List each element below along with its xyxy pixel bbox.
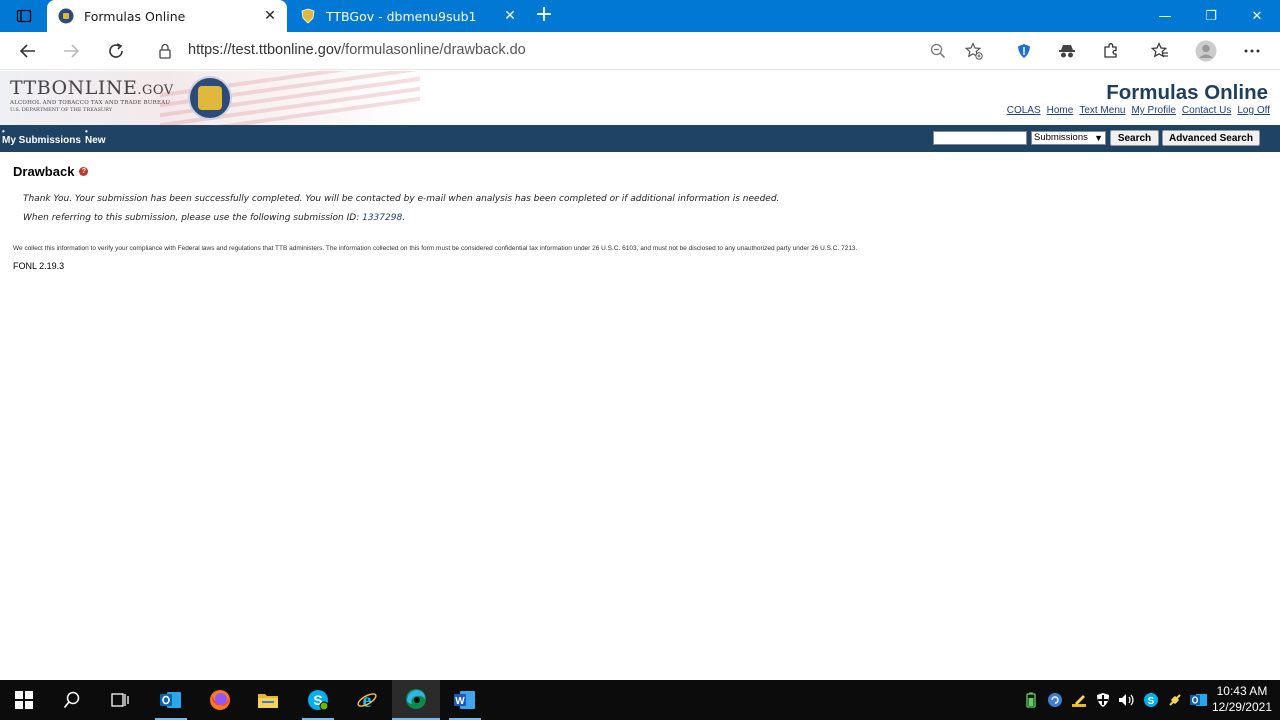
search-input[interactable] [933, 131, 1027, 145]
new-tab-button[interactable]: + [532, 4, 556, 28]
close-window-icon[interactable]: ✕ [1234, 0, 1280, 32]
task-view-icon[interactable] [96, 680, 144, 720]
system-clock[interactable]: 10:43 AM 12/29/2021 [1212, 683, 1272, 715]
tab-actions-icon[interactable] [12, 6, 36, 26]
url-text[interactable]: https://test.ttbonline.gov/formulasonlin… [188, 42, 526, 58]
skype-icon[interactable]: S [294, 680, 342, 720]
lock-icon[interactable] [158, 43, 172, 59]
more-menu-icon[interactable] [1239, 39, 1265, 63]
site-nav-bar: • My Submissions • New Submissions ▼ Search… [0, 125, 1280, 152]
edit-pencil-icon[interactable] [1070, 690, 1088, 710]
nav-my-submissions[interactable]: • My Submissions [2, 128, 81, 147]
link-contact-us[interactable]: Contact Us [1182, 105, 1231, 116]
start-icon[interactable] [0, 680, 48, 720]
browser-toolbar: https://test.ttbonline.gov/formulasonlin… [0, 32, 1280, 70]
word-icon[interactable]: W [441, 680, 489, 720]
tab-title: TTBGov - dbmenu9sub1 [326, 8, 477, 24]
submission-id-message: When referring to this submission, pleas… [23, 213, 406, 223]
battery-icon[interactable] [1022, 690, 1040, 710]
svg-text:S: S [1148, 696, 1155, 707]
security-shield-icon[interactable] [1094, 690, 1112, 710]
address-bar[interactable]: https://test.ttbonline.gov/formulasonlin… [144, 36, 996, 66]
edge-icon[interactable] [392, 680, 440, 720]
search-scope-select[interactable]: Submissions ▼ [1031, 131, 1106, 145]
nav-new[interactable]: • New [85, 128, 106, 147]
forward-icon[interactable] [57, 38, 85, 64]
search-icon[interactable] [48, 680, 96, 720]
link-my-profile[interactable]: My Profile [1131, 105, 1175, 116]
help-icon[interactable]: ? [79, 167, 89, 176]
advanced-search-button[interactable]: Advanced Search [1162, 130, 1260, 146]
version-label: FONL 2.19.3 [13, 261, 65, 271]
skype-tray-icon[interactable]: S [1142, 690, 1160, 710]
chevron-down-icon: ▼ [1094, 133, 1103, 143]
svg-text:W: W [455, 696, 465, 707]
sync-icon[interactable] [1046, 690, 1064, 710]
top-links: COLAS Home Text Menu My Profile Contact … [1007, 105, 1270, 116]
back-icon[interactable] [14, 38, 42, 64]
add-favorite-icon[interactable] [964, 42, 984, 60]
page-title: Drawback ? [13, 164, 89, 179]
submission-id: 1337298 [362, 213, 403, 223]
refresh-icon[interactable] [102, 38, 130, 64]
internet-explorer-icon[interactable]: e [343, 680, 391, 720]
file-explorer-icon[interactable] [244, 680, 292, 720]
search-button[interactable]: Search [1110, 130, 1159, 146]
confirmation-message: Thank You. Your submission has been succ… [23, 194, 780, 204]
zoom-out-icon[interactable] [928, 42, 948, 60]
outlook-icon[interactable] [147, 680, 195, 720]
network-plug-icon[interactable] [1166, 690, 1184, 710]
extension-shield-icon[interactable] [1011, 39, 1037, 63]
ttbonline-logo[interactable]: TTBONLINE.GOV ALCOHOL AND TOBACCO TAX AN… [10, 77, 174, 113]
windows-taskbar: S e W S 10:43 AM 12/29/2021 [0, 680, 1280, 720]
profile-avatar-icon[interactable] [1193, 39, 1219, 63]
close-tab-icon[interactable]: ✕ [259, 5, 281, 27]
volume-icon[interactable] [1118, 690, 1136, 710]
browser-tabstrip: Formulas Online ✕ TTBGov - dbmenu9sub1 ✕… [0, 0, 1280, 32]
link-text-menu[interactable]: Text Menu [1079, 105, 1125, 116]
tab-title: Formulas Online [84, 8, 186, 24]
extension-spy-icon[interactable] [1054, 39, 1080, 63]
favorites-icon[interactable] [1147, 39, 1173, 63]
ttb-favicon-icon [58, 8, 74, 24]
close-tab-icon[interactable]: ✕ [499, 5, 521, 27]
app-title: Formulas Online [1106, 81, 1268, 104]
site-header: TTBONLINE.GOV ALCOHOL AND TOBACCO TAX AN… [0, 71, 1280, 125]
link-home[interactable]: Home [1047, 105, 1074, 116]
link-colas[interactable]: COLAS [1007, 105, 1041, 116]
privacy-notice: We collect this information to verify yo… [13, 245, 858, 252]
firefox-icon[interactable] [196, 680, 244, 720]
main-content: Drawback ? Thank You. Your submission ha… [0, 152, 1280, 680]
treasury-seal-icon [188, 76, 232, 120]
svg-text:e: e [363, 690, 372, 711]
link-log-off[interactable]: Log Off [1237, 105, 1270, 116]
restore-icon[interactable]: ❐ [1188, 0, 1234, 32]
extensions-puzzle-icon[interactable] [1098, 39, 1124, 63]
minimize-icon[interactable]: — [1142, 0, 1188, 32]
tab-formulas-online[interactable]: Formulas Online ✕ [47, 0, 287, 32]
tab-ttbgov[interactable]: TTBGov - dbmenu9sub1 ✕ [289, 0, 527, 32]
ttb-shield-favicon-icon [300, 8, 316, 24]
outlook-tray-icon[interactable] [1190, 690, 1208, 710]
